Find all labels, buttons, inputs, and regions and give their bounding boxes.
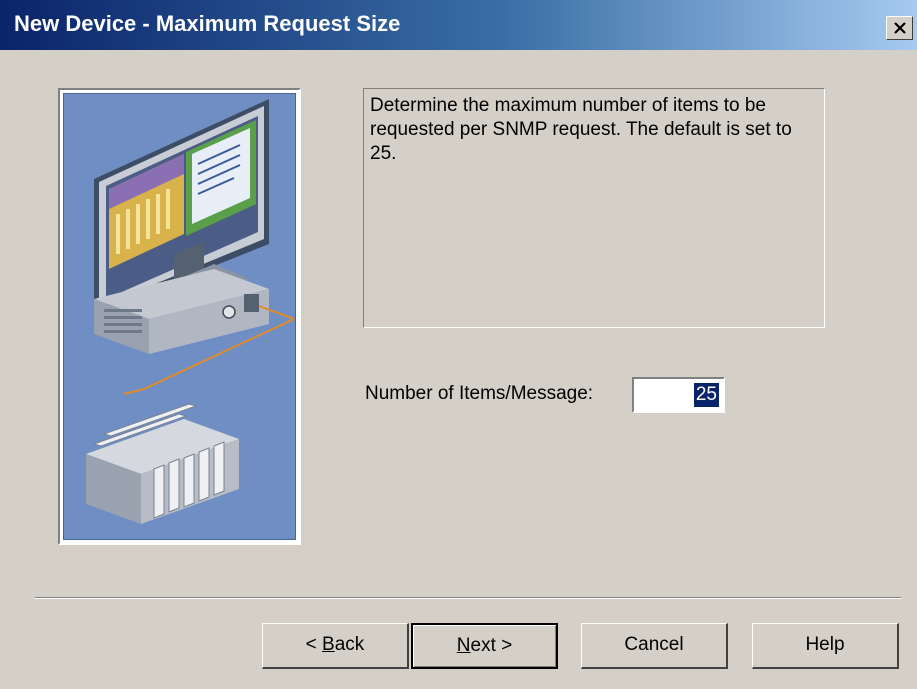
items-per-message-label: Number of Items/Message: [365,383,594,404]
next-button-rest: ext > [470,635,513,656]
items-per-message-input[interactable]: 25 [632,377,725,413]
close-icon [894,22,906,34]
computer-and-plc-illustration [86,99,295,524]
illustration-panel [63,93,296,540]
back-button-accel: B [322,634,335,655]
description-box: Determine the maximum number of items to… [363,88,825,328]
close-button[interactable] [886,16,913,40]
separator-line [35,597,901,599]
help-button[interactable]: Help [752,623,899,669]
back-button-prefix: < [305,634,323,655]
back-button[interactable]: < Back [262,623,409,669]
items-per-message-value[interactable]: 25 [693,383,719,407]
window-title: New Device - Maximum Request Size [14,11,401,36]
cancel-button[interactable]: Cancel [581,623,728,669]
next-button[interactable]: Next > [411,623,558,669]
wizard-illustration [58,88,301,545]
back-button-rest: ack [334,634,365,655]
title-bar: New Device - Maximum Request Size [0,0,917,50]
next-button-accel: N [456,635,471,656]
